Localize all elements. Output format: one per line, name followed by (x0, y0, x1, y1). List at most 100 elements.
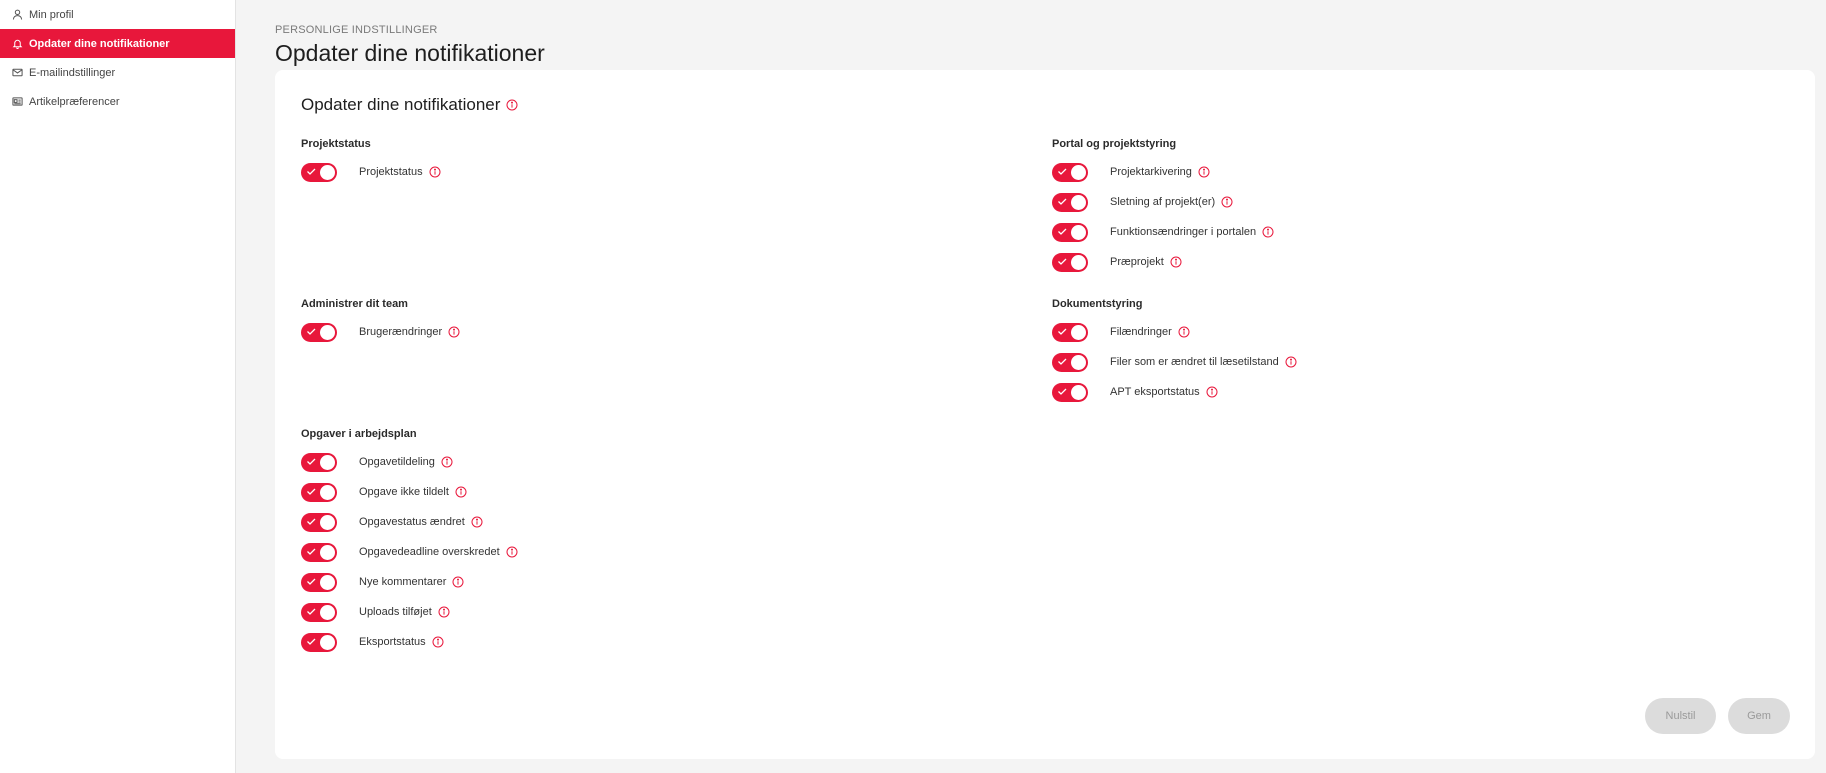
toggle-switch[interactable] (301, 452, 337, 472)
toggle-row: Opgavedeadline overskredet (301, 541, 518, 563)
toggle-switch[interactable] (1052, 162, 1088, 182)
info-icon[interactable] (1262, 226, 1274, 238)
check-icon (307, 578, 316, 585)
check-icon (1058, 388, 1067, 395)
toggle-row: Eksportstatus (301, 631, 444, 653)
toggle-switch[interactable] (301, 512, 337, 532)
toggle-knob (1071, 254, 1086, 270)
sidebar-item-label: Opdater dine notifikationer (29, 37, 170, 50)
sidebar: Min profil Opdater dine notifikationer E… (0, 0, 236, 773)
toggle-row: Projektarkivering (1052, 161, 1210, 183)
sidebar-item-artikelpraeferencer[interactable]: Artikelpræferencer (0, 87, 235, 116)
info-icon[interactable] (432, 636, 444, 648)
check-icon (307, 488, 316, 495)
toggle-row: Nye kommentarer (301, 571, 464, 593)
toggle-row: Opgavetildeling (301, 451, 453, 473)
toggle-label: Opgavestatus ændret (359, 516, 465, 528)
info-icon[interactable] (438, 606, 450, 618)
section-title-team: Administrer dit team (301, 298, 408, 310)
info-icon[interactable] (452, 576, 464, 588)
toggle-label: Nye kommentarer (359, 576, 447, 588)
check-icon (307, 548, 316, 555)
toggle-row: Brugerændringer (301, 321, 460, 343)
envelope-icon (10, 66, 24, 80)
sidebar-item-label: E-mailindstillinger (29, 66, 116, 79)
toggle-row: Opgave ikke tildelt (301, 481, 467, 503)
toggle-switch[interactable] (301, 482, 337, 502)
toggle-row: Funktionsændringer i portalen (1052, 221, 1274, 243)
toggle-switch[interactable] (301, 542, 337, 562)
card-title-text: Opdater dine notifikationer (301, 95, 501, 114)
info-icon[interactable] (471, 516, 483, 528)
info-icon[interactable] (429, 166, 441, 178)
toggle-switch[interactable] (301, 602, 337, 622)
toggle-switch[interactable] (1052, 382, 1088, 402)
info-icon[interactable] (506, 546, 518, 558)
check-icon (1058, 198, 1067, 205)
check-icon (1058, 328, 1067, 335)
toggle-switch[interactable] (1052, 252, 1088, 272)
section-title-dokument: Dokumentstyring (1052, 298, 1143, 310)
toggle-switch[interactable] (1052, 222, 1088, 242)
info-icon[interactable] (1285, 356, 1297, 368)
toggle-row: Projektstatus (301, 161, 441, 183)
check-icon (307, 638, 316, 645)
toggle-label: Filer som er ændret til læsetilstand (1110, 356, 1279, 368)
toggle-row: Præprojekt (1052, 251, 1182, 273)
toggle-knob (320, 164, 335, 180)
toggle-label: Præprojekt (1110, 256, 1164, 268)
save-button[interactable]: Gem (1728, 698, 1790, 734)
info-icon[interactable] (506, 99, 518, 111)
info-icon[interactable] (448, 326, 460, 338)
toggle-label: Funktionsændringer i portalen (1110, 226, 1257, 238)
user-icon (10, 8, 24, 22)
info-icon[interactable] (1170, 256, 1182, 268)
article-icon (10, 95, 24, 109)
toggle-knob (1071, 164, 1086, 180)
toggle-knob (1071, 354, 1086, 370)
info-icon[interactable] (441, 456, 453, 468)
check-icon (307, 608, 316, 615)
info-icon[interactable] (1178, 326, 1190, 338)
toggle-row: Uploads tilføjet (301, 601, 450, 623)
sidebar-item-notifikationer[interactable]: Opdater dine notifikationer (0, 29, 235, 58)
reset-button[interactable]: Nulstil (1645, 698, 1716, 734)
toggle-knob (320, 454, 335, 470)
sidebar-item-min-profil[interactable]: Min profil (0, 0, 235, 29)
toggle-label: Filændringer (1110, 326, 1172, 338)
bell-icon (10, 37, 24, 51)
toggle-row: Filer som er ændret til læsetilstand (1052, 351, 1297, 373)
toggle-switch[interactable] (301, 162, 337, 182)
toggle-row: Filændringer (1052, 321, 1190, 343)
toggle-label: Opgave ikke tildelt (359, 486, 449, 498)
toggle-label: Projektarkivering (1110, 166, 1192, 178)
toggle-switch[interactable] (1052, 352, 1088, 372)
toggle-label: Uploads tilføjet (359, 606, 432, 618)
toggle-knob (1071, 384, 1086, 400)
check-icon (1058, 258, 1067, 265)
info-icon[interactable] (1221, 196, 1233, 208)
check-icon (307, 168, 316, 175)
toggle-switch[interactable] (301, 322, 337, 342)
toggle-label: Projektstatus (359, 166, 423, 178)
info-icon[interactable] (1198, 166, 1210, 178)
info-icon[interactable] (1206, 386, 1218, 398)
check-icon (1058, 228, 1067, 235)
toggle-row: APT eksportstatus (1052, 381, 1218, 403)
sidebar-item-label: Min profil (29, 8, 74, 21)
toggle-knob (320, 544, 335, 560)
info-icon[interactable] (455, 486, 467, 498)
toggle-switch[interactable] (1052, 322, 1088, 342)
sidebar-item-emailindstillinger[interactable]: E-mailindstillinger (0, 58, 235, 87)
check-icon (1058, 168, 1067, 175)
toggle-switch[interactable] (1052, 192, 1088, 212)
toggle-switch[interactable] (301, 572, 337, 592)
toggle-switch[interactable] (301, 632, 337, 652)
toggle-knob (1071, 224, 1086, 240)
toggle-label: Opgavedeadline overskredet (359, 546, 500, 558)
toggle-knob (320, 484, 335, 500)
toggle-knob (320, 634, 335, 650)
check-icon (1058, 358, 1067, 365)
card-title: Opdater dine notifikationer (301, 95, 518, 115)
toggle-knob (320, 514, 335, 530)
